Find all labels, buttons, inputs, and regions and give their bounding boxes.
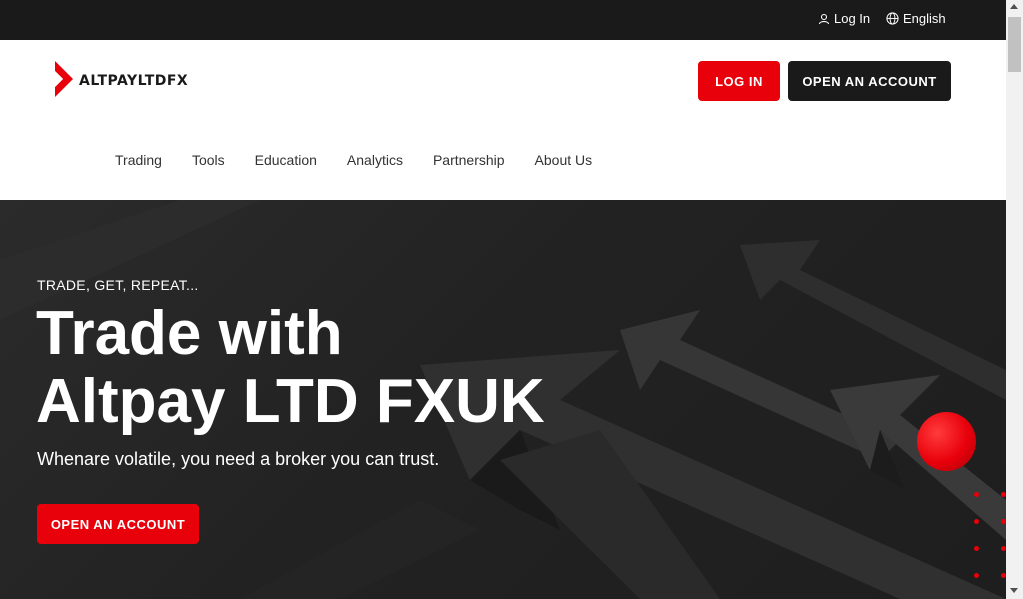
nav-item-analytics[interactable]: Analytics (347, 152, 403, 168)
topbar-login-label: Log In (834, 11, 871, 26)
nav-item-about-us[interactable]: About Us (535, 152, 593, 168)
nav-item-tools[interactable]: Tools (192, 152, 225, 168)
logo-mark-icon (53, 60, 75, 103)
user-icon (818, 13, 830, 25)
nav-item-partnership[interactable]: Partnership (433, 152, 505, 168)
topbar-login-link[interactable]: Log In (818, 11, 870, 26)
red-dot-decoration (974, 546, 979, 551)
hero-eyebrow: TRADE, GET, REPEAT... (37, 277, 199, 293)
top-utility-bar: Log In English (0, 0, 1006, 40)
hero-title-line-1: Trade with (36, 299, 343, 368)
scroll-down-arrow-icon[interactable] (1010, 588, 1018, 593)
hero-title: Trade with Altpay LTD FXUK (36, 300, 545, 436)
brand-logo[interactable]: ALTPAYLTDFX (53, 60, 189, 103)
scrollbar-thumb[interactable] (1008, 17, 1021, 72)
red-dot-decoration (974, 573, 979, 578)
scroll-up-arrow-icon[interactable] (1010, 4, 1018, 9)
site-header: ALTPAYLTDFX LOG IN OPEN AN ACCOUNT Tradi… (0, 40, 1006, 200)
red-dot-decoration (974, 519, 979, 524)
login-button[interactable]: LOG IN (698, 61, 780, 101)
red-dot-decoration (974, 492, 979, 497)
logo-text: ALTPAYLTDFX (79, 73, 189, 89)
hero-title-line-2: Altpay LTD FXUK (36, 367, 545, 436)
page-scrollbar[interactable] (1006, 0, 1023, 599)
hero-open-account-button[interactable]: OPEN AN ACCOUNT (37, 504, 199, 544)
hero-subtitle: Whenare volatile, you need a broker you … (37, 449, 440, 469)
language-selector[interactable]: English (886, 11, 946, 26)
nav-item-trading[interactable]: Trading (115, 152, 162, 168)
open-account-button[interactable]: OPEN AN ACCOUNT (788, 61, 951, 101)
red-sphere-decoration (917, 412, 976, 471)
main-navigation: Trading Tools Education Analytics Partne… (115, 152, 592, 168)
language-label: English (903, 11, 946, 26)
globe-icon (886, 12, 899, 25)
hero-section: TRADE, GET, REPEAT... Trade with Altpay … (0, 200, 1006, 599)
nav-item-education[interactable]: Education (255, 152, 317, 168)
